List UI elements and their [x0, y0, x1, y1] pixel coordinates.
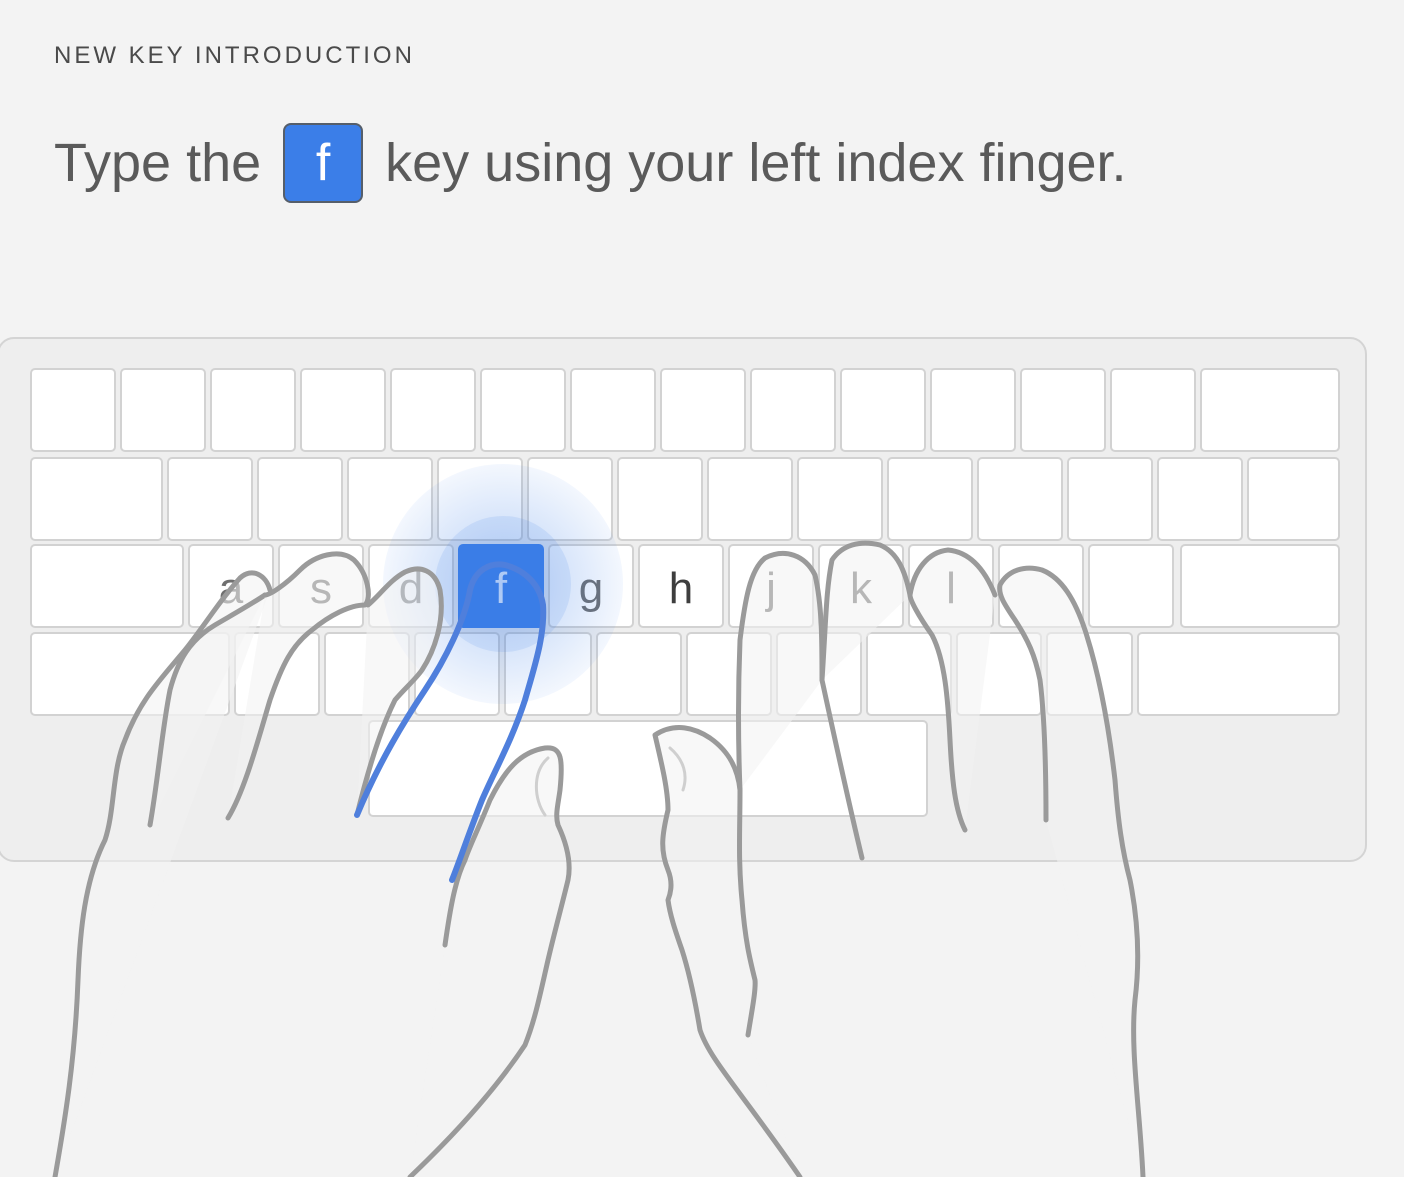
key: [210, 368, 296, 452]
key: [30, 368, 116, 452]
key: [1088, 544, 1174, 628]
key: [1020, 368, 1106, 452]
keyboard-illustration: a s d f g h j k l: [0, 337, 1367, 1177]
key: [1067, 457, 1153, 541]
key: [840, 368, 926, 452]
key: [660, 368, 746, 452]
key: [480, 368, 566, 452]
key: [1137, 632, 1340, 716]
key-row-2: [30, 457, 1340, 541]
key: [930, 368, 1016, 452]
key: [300, 368, 386, 452]
key: [1180, 544, 1340, 628]
key: [1247, 457, 1340, 541]
key: [887, 457, 973, 541]
key: [707, 457, 793, 541]
key: [1110, 368, 1196, 452]
key: [1157, 457, 1243, 541]
key: [390, 368, 476, 452]
key: [30, 544, 184, 628]
key: [570, 368, 656, 452]
key: [120, 368, 206, 452]
key: [797, 457, 883, 541]
key: [977, 457, 1063, 541]
key: [617, 457, 703, 541]
key: [30, 457, 163, 541]
key: [1200, 368, 1340, 452]
key: [257, 457, 343, 541]
key: [596, 632, 682, 716]
key-label-h: h: [669, 564, 693, 613]
key: [750, 368, 836, 452]
key-row-1: [30, 368, 1340, 452]
key: [167, 457, 253, 541]
